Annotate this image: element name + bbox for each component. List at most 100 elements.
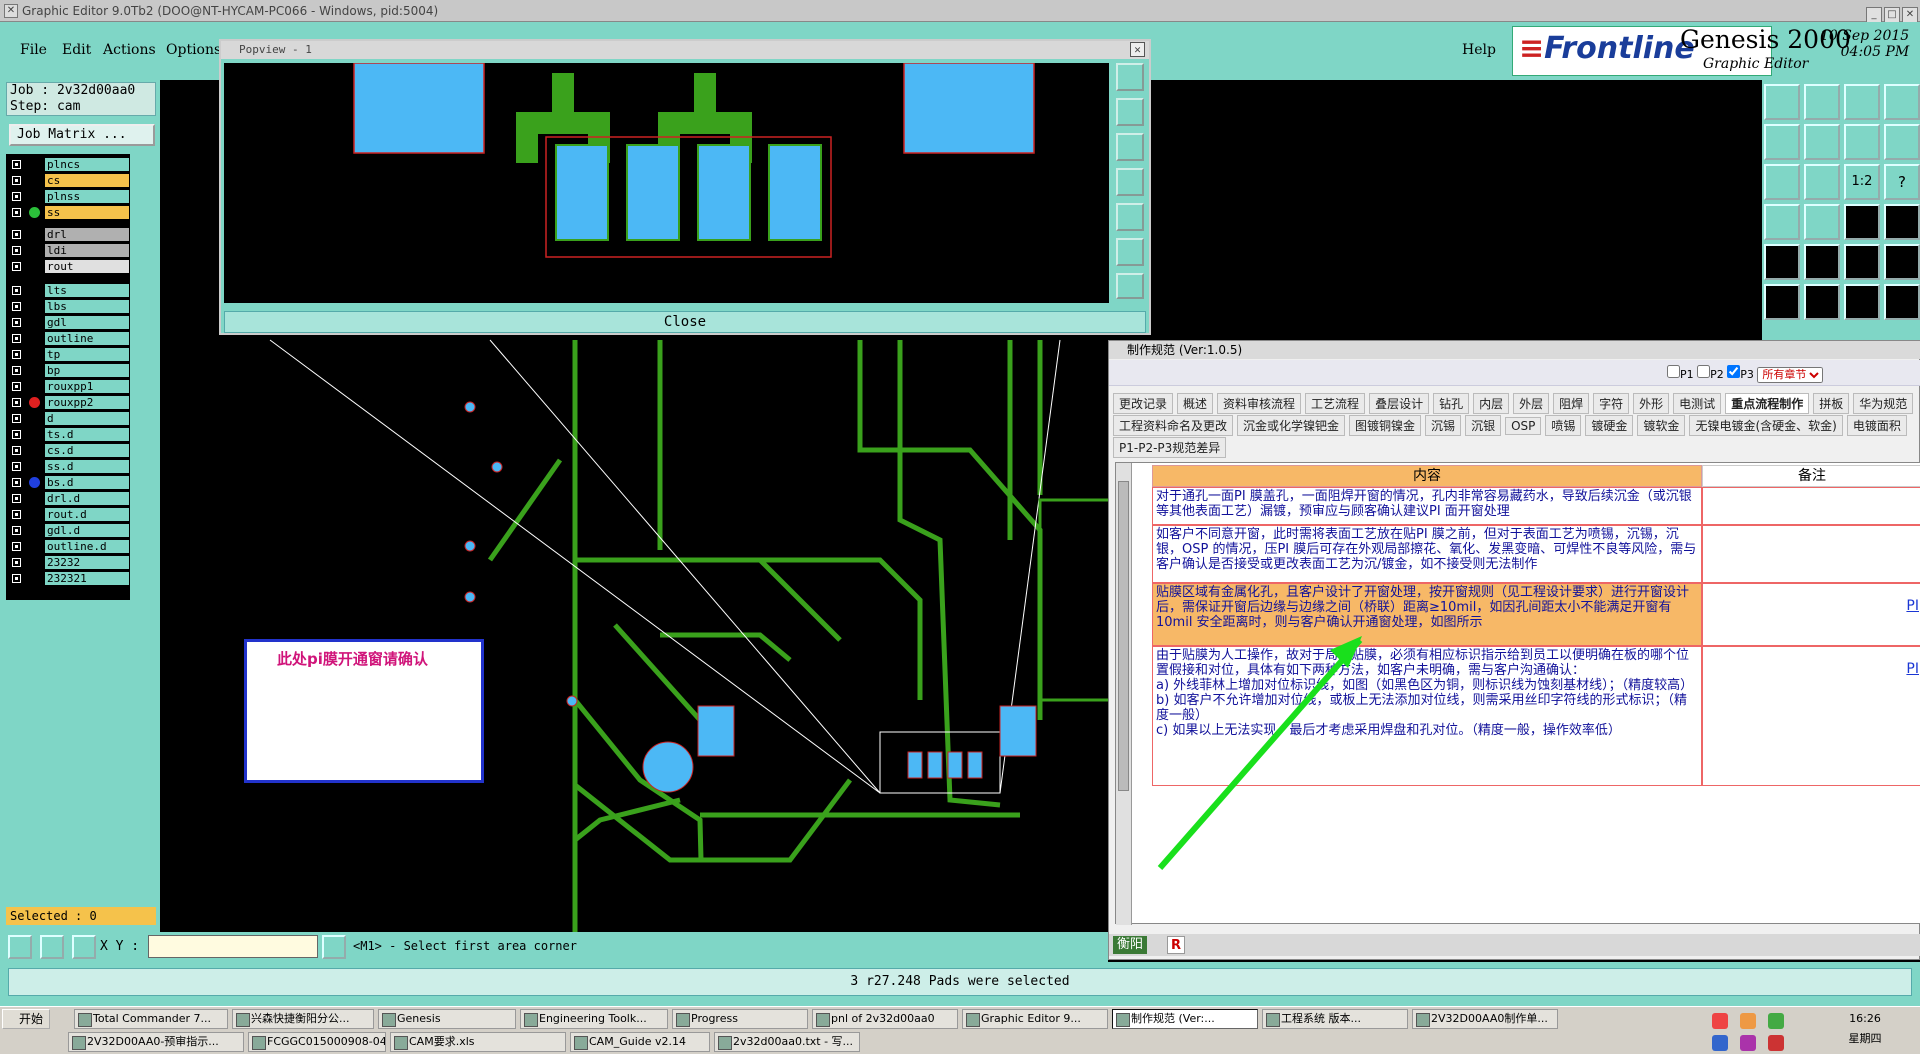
menu-edit[interactable]: Edit (62, 42, 91, 58)
layer-name[interactable]: bp (45, 364, 129, 377)
layer-name[interactable]: plncs (45, 158, 129, 171)
tab[interactable]: 外形 (1633, 393, 1670, 414)
tool-button[interactable] (1804, 204, 1840, 240)
tool-button[interactable] (1764, 124, 1800, 160)
tab[interactable]: 镀硬金 (1585, 415, 1634, 436)
layer-name[interactable]: tp (45, 348, 129, 361)
tab[interactable]: P1-P2-P3规范差异 (1113, 437, 1227, 458)
layer-row[interactable]: ss (6, 206, 130, 219)
table-row[interactable]: 对于通孔一面PI 膜盖孔，一面阻焊开窗的情况，孔内非常容易藏药水，导致后续沉金（… (1152, 487, 1702, 525)
tool-button[interactable] (1804, 244, 1840, 280)
tab[interactable]: 资料审核流程 (1217, 393, 1302, 414)
layer-name[interactable]: outline.d (45, 540, 129, 553)
layer-row[interactable]: lts (6, 284, 130, 297)
taskbar-item[interactable]: 工程系统 版本... (1262, 1009, 1408, 1029)
layer-checkbox[interactable] (12, 192, 21, 201)
r-button[interactable]: R (1167, 936, 1185, 954)
layer-checkbox[interactable] (12, 246, 21, 255)
taskbar-item[interactable]: pnl of 2v32d00aa0 (812, 1009, 958, 1029)
taskbar-item[interactable]: 兴森快捷衡阳分公... (232, 1009, 374, 1029)
tab[interactable]: 内层 (1473, 393, 1510, 414)
scroll-thumb[interactable] (1118, 481, 1129, 791)
tray-icon[interactable] (1740, 1013, 1756, 1029)
start-button[interactable]: 开始 (2, 1009, 50, 1029)
tool-button[interactable] (1844, 284, 1880, 320)
taskbar-item[interactable]: Graphic Editor 9... (962, 1009, 1108, 1029)
menu-actions[interactable]: Actions (103, 42, 156, 58)
layer-name[interactable]: ldi (45, 244, 129, 257)
layer-checkbox[interactable] (12, 318, 21, 327)
layer-checkbox[interactable] (12, 208, 21, 217)
xy-input[interactable] (148, 935, 318, 958)
layer-name[interactable]: cs.d (45, 444, 129, 457)
tool-button[interactable] (1804, 84, 1840, 120)
job-matrix-button[interactable]: Job Matrix ... (9, 124, 155, 146)
taskbar-item[interactable]: 2V32D00AA0-预审指示... (68, 1032, 244, 1052)
tab[interactable]: 概述 (1177, 393, 1214, 414)
tray-icon[interactable] (1768, 1035, 1784, 1051)
tab[interactable]: 电测试 (1673, 393, 1722, 414)
tool-button[interactable] (1764, 284, 1800, 320)
layer-name[interactable]: plnss (45, 190, 129, 203)
taskbar-item[interactable]: 2v32d00aa0.txt - 写... (714, 1032, 860, 1052)
tray-icon[interactable] (1712, 1035, 1728, 1051)
column-header-note[interactable]: 备注 (1702, 465, 1920, 487)
layer-row[interactable]: plnss (6, 190, 130, 203)
layer-checkbox[interactable] (12, 414, 21, 423)
tool-button[interactable] (1764, 84, 1800, 120)
layer-checkbox[interactable] (12, 350, 21, 359)
taskbar-item[interactable]: FCGGC015000908-04(2... (248, 1032, 386, 1052)
layer-checkbox[interactable] (12, 382, 21, 391)
layer-row[interactable]: gdl.d (6, 524, 130, 537)
taskbar-item[interactable]: Total Commander 7... (74, 1009, 228, 1029)
layer-checkbox[interactable] (12, 160, 21, 169)
taskbar-item[interactable]: Genesis (378, 1009, 516, 1029)
layer-checkbox[interactable] (12, 446, 21, 455)
layer-row[interactable]: lbs (6, 300, 130, 313)
tool-button[interactable] (1884, 204, 1920, 240)
tool-button[interactable] (1844, 204, 1880, 240)
layer-row[interactable]: rouxpp1 (6, 380, 130, 393)
grid-tool-button[interactable] (72, 935, 96, 959)
tab[interactable]: 华为规范 (1853, 393, 1914, 414)
popview-tool-button[interactable] (1116, 203, 1144, 231)
layer-name[interactable]: gdl (45, 316, 129, 329)
layer-checkbox[interactable] (12, 510, 21, 519)
layer-checkbox[interactable] (12, 526, 21, 535)
layer-row[interactable]: outline (6, 332, 130, 345)
layer-checkbox[interactable] (12, 366, 21, 375)
tool-button[interactable] (1764, 164, 1800, 200)
layer-row[interactable]: bp (6, 364, 130, 377)
popview-close-button[interactable]: Close (224, 311, 1146, 333)
layer-row[interactable]: plncs (6, 158, 130, 171)
tab[interactable]: 钻孔 (1433, 393, 1470, 414)
tab[interactable]: 镀软金 (1637, 415, 1686, 436)
taskbar-item[interactable]: 制作规范 (Ver:... (1112, 1009, 1258, 1029)
tab[interactable]: 沉锡 (1425, 415, 1462, 436)
menu-help[interactable]: Help (1462, 42, 1496, 58)
tray-icon[interactable] (1740, 1035, 1756, 1051)
tool-button[interactable] (1844, 244, 1880, 280)
layer-name[interactable]: rouxpp1 (45, 380, 129, 393)
filter-p3[interactable]: P3 (1727, 365, 1754, 381)
layer-name[interactable]: drl (45, 228, 129, 241)
tool-button[interactable] (1764, 244, 1800, 280)
layer-row[interactable]: ts.d (6, 428, 130, 441)
tool-button[interactable] (8, 935, 32, 959)
tool-button[interactable] (1844, 124, 1880, 160)
tab[interactable]: 重点流程制作 (1725, 393, 1810, 414)
layer-row[interactable]: outline.d (6, 540, 130, 553)
layer-name[interactable]: cs (45, 174, 129, 187)
tab[interactable]: 外层 (1513, 393, 1550, 414)
maximize-button[interactable]: □ (1884, 7, 1900, 23)
layer-checkbox[interactable] (12, 334, 21, 343)
layer-name[interactable]: rout (45, 260, 129, 273)
pi-link[interactable]: PI (1906, 661, 1919, 677)
layer-row[interactable]: bs.d (6, 476, 130, 489)
layer-name[interactable]: rout.d (45, 508, 129, 521)
tab[interactable]: 字符 (1593, 393, 1630, 414)
tray-icon[interactable] (1712, 1013, 1728, 1029)
column-header-content[interactable]: 内容 (1152, 465, 1702, 487)
filter-p1[interactable]: P1 (1667, 365, 1694, 381)
tool-button[interactable] (1804, 124, 1840, 160)
